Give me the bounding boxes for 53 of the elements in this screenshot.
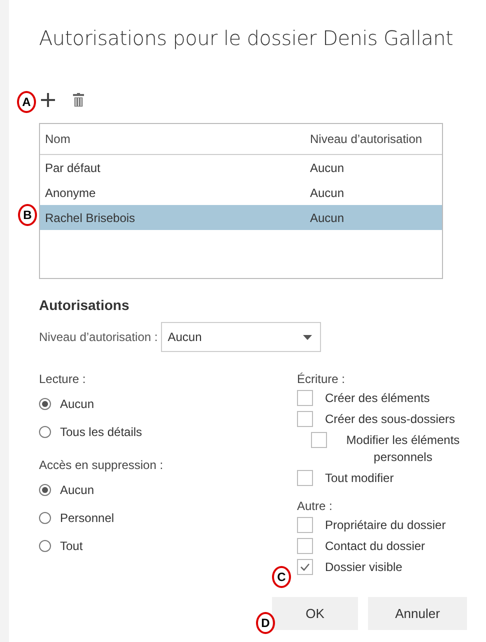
option-label: Tous les détails (60, 425, 142, 439)
radio-button[interactable] (39, 512, 51, 524)
option-label: Contact du dossier (325, 538, 426, 555)
table-cell-text: Aucun (309, 160, 346, 174)
table-row[interactable]: Anonyme Aucun (40, 180, 442, 205)
radio-button[interactable] (39, 398, 51, 410)
checkbox[interactable] (297, 538, 313, 554)
checkbox[interactable] (311, 432, 327, 448)
checkbox[interactable] (297, 517, 313, 533)
group-label: Autre : (297, 499, 334, 515)
table-cell-text: Aucun (309, 186, 346, 200)
option-label: Personnel (60, 511, 114, 525)
table-row[interactable]: Par défaut Aucun (40, 155, 442, 180)
option-label: Aucun (60, 483, 94, 497)
ok-button[interactable]: OK (272, 597, 358, 630)
radio-button[interactable] (39, 426, 51, 438)
checkbox[interactable] (297, 470, 313, 486)
check-icon (300, 563, 310, 571)
table-cell-text: Aucun (309, 210, 346, 224)
checkbox[interactable] (297, 390, 313, 406)
column-header: Nom (44, 132, 72, 146)
group-label: Écriture : (297, 372, 346, 388)
add-icon[interactable] (41, 93, 55, 107)
callout-marker: C (272, 566, 291, 588)
option-label: Créer des éléments (325, 390, 430, 407)
group-label: Lecture : (39, 372, 87, 388)
table-cell-text: Anonyme (44, 186, 97, 200)
option-label: Modifier les éléments personnels (345, 432, 461, 466)
option-label: Tout modifier (325, 470, 394, 487)
option-label: Propriétaire du dossier (325, 517, 446, 534)
callout-marker: A (17, 91, 36, 113)
field-label: Niveau d’autorisation : (39, 330, 158, 344)
cancel-button[interactable]: Annuler (368, 597, 467, 630)
group-label: Accès en suppression : (39, 458, 164, 474)
trash-icon[interactable] (73, 93, 84, 107)
table-row[interactable]: Rachel Brisebois Aucun (40, 205, 442, 230)
caret-icon (302, 334, 312, 340)
level-dropdown[interactable]: Aucun (160, 322, 321, 352)
section-heading: Autorisations (39, 297, 130, 313)
option-label: Dossier visible (325, 559, 402, 576)
checkbox[interactable] (297, 411, 313, 427)
radio-button[interactable] (39, 484, 51, 496)
table-cell-text: Par défaut (44, 160, 102, 174)
radio-button[interactable] (39, 540, 51, 552)
option-label: Aucun (60, 397, 94, 411)
table-cell-text: Rachel Brisebois (44, 210, 136, 224)
option-label: Tout (60, 539, 83, 553)
column-header: Niveau d’autorisation (309, 132, 424, 146)
option-label: Créer des sous-dossiers (325, 411, 456, 428)
callout-marker: D (256, 612, 275, 634)
checkbox[interactable] (297, 559, 313, 575)
callout-marker: B (18, 204, 37, 226)
dialog-title: Autorisations pour le dossier Denis Gallant (39, 26, 454, 50)
